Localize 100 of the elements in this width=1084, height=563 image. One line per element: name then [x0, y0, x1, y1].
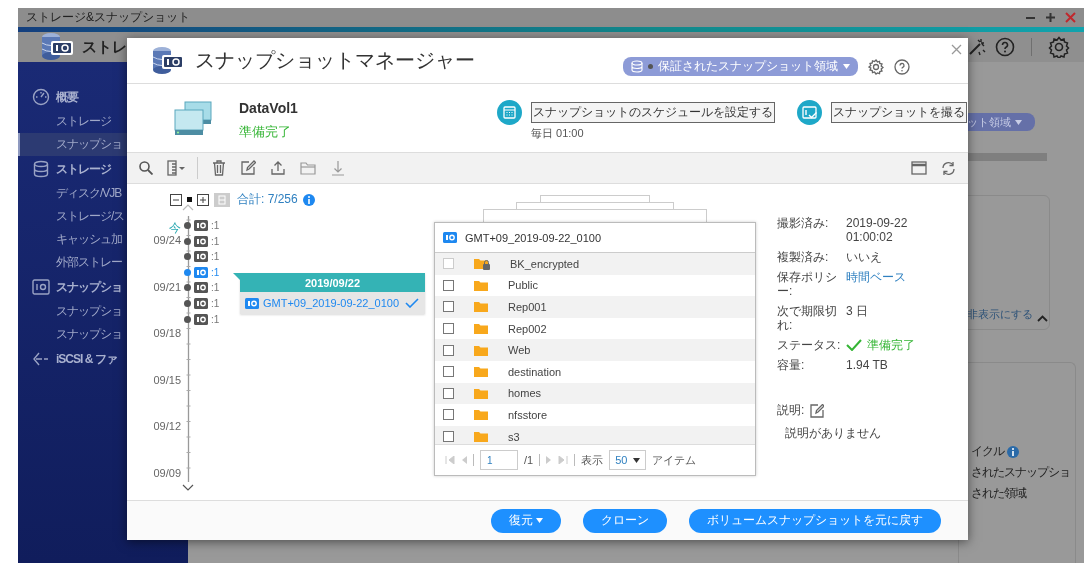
timeline-node[interactable]	[184, 284, 191, 292]
page-field[interactable]: 1	[480, 450, 518, 470]
field-label: 容量:	[777, 358, 806, 372]
sidebar-group[interactable]: 概要	[18, 84, 188, 110]
folder-icon	[474, 279, 488, 291]
snapshot-icon[interactable]	[194, 298, 208, 309]
maximize-icon[interactable]	[1045, 12, 1056, 23]
timeline-node[interactable]	[184, 237, 191, 245]
snapshot-count: :1	[211, 220, 220, 231]
sidebar-group[interactable]: iSCSI & ファ	[18, 346, 188, 372]
folder-icon	[474, 323, 488, 335]
volume-status: 準備完了	[239, 123, 292, 141]
check-icon	[846, 339, 862, 351]
checkbox[interactable]	[443, 344, 454, 356]
edit-icon[interactable]	[240, 160, 256, 176]
timeline-node[interactable]	[184, 268, 191, 276]
date-label: 09/18	[152, 327, 181, 339]
collapse-icon[interactable]	[170, 193, 182, 206]
snapshot-icon	[245, 297, 259, 309]
magic-wand-icon[interactable]	[967, 37, 987, 57]
card-text: されたスナップショ	[971, 464, 1071, 481]
date-label: 09/24	[152, 234, 181, 246]
page-size-select[interactable]: 50	[609, 450, 647, 470]
file-list-title: GMT+09_2019-09-22_0100	[465, 231, 602, 244]
schedule-button[interactable]: スナップショットのスケジュールを設定する	[531, 102, 775, 123]
window-icon[interactable]	[911, 161, 927, 175]
search-icon[interactable]	[139, 161, 153, 175]
items-label: アイテム	[652, 452, 697, 468]
trash-icon[interactable]	[212, 160, 226, 176]
field-label: 複製済み:	[777, 250, 830, 264]
checkbox[interactable]	[443, 409, 454, 421]
checkbox[interactable]	[443, 366, 454, 378]
snapshot-count: :1	[211, 235, 220, 247]
field-label: 次で期限切れ:	[777, 304, 838, 332]
folder-icon	[474, 409, 488, 421]
sidebar-group[interactable]: ストレージ	[18, 156, 188, 182]
settings-icon[interactable]	[868, 58, 884, 75]
date-label: 09/21	[152, 281, 181, 293]
action-button[interactable]: 復元	[491, 508, 561, 533]
snapshot-total: 合計: 7/256	[237, 191, 298, 208]
checkbox[interactable]	[443, 301, 454, 313]
action-button[interactable]: ボリュームスナップショットを元に戻す	[689, 508, 941, 533]
snapshot-count: :1	[211, 298, 220, 309]
file-name: Rep002	[508, 322, 547, 335]
columns-icon[interactable]	[167, 160, 187, 176]
field-label: 説明:	[777, 402, 805, 419]
timeline-node[interactable]	[184, 222, 191, 229]
timeline-node[interactable]	[184, 315, 191, 323]
help-icon[interactable]	[894, 58, 910, 75]
folder-icon	[474, 366, 488, 378]
chevron-down-icon[interactable]	[182, 484, 194, 491]
checkbox[interactable]	[443, 279, 454, 291]
field-label: 保存ポリシー:	[777, 270, 838, 298]
field-value: いいえ	[846, 250, 883, 264]
timeline-node[interactable]	[184, 253, 191, 261]
status-text: 準備完了	[867, 338, 915, 352]
checkbox[interactable]	[443, 431, 454, 443]
info-icon[interactable]	[302, 193, 315, 206]
snapshot-icon[interactable]	[194, 251, 208, 263]
edit-icon[interactable]	[810, 403, 825, 418]
upload-icon[interactable]	[270, 160, 286, 176]
snapshot-icon[interactable]	[194, 266, 208, 278]
snapshot-icon[interactable]	[194, 235, 208, 247]
card-text: された領域	[971, 485, 1028, 502]
take-snapshot-button[interactable]: スナップショットを撮る	[831, 102, 967, 123]
file-name: Public	[508, 279, 538, 292]
file-name: Rep001	[508, 301, 547, 313]
policy-link[interactable]: 時間ベース	[846, 270, 936, 298]
snapshot-icon[interactable]	[194, 220, 208, 231]
folder-icon	[474, 431, 488, 443]
date-label: 09/12	[152, 420, 181, 432]
page-total: /1	[524, 454, 534, 466]
checkbox[interactable]	[443, 387, 454, 399]
expand-icon[interactable]	[197, 193, 209, 206]
show-label: 表示	[581, 452, 604, 468]
schedule-detail: 毎日 01:00	[530, 126, 585, 141]
file-name: Web	[508, 344, 531, 357]
dot-icon	[648, 64, 653, 69]
checkbox[interactable]	[443, 323, 454, 335]
info-icon	[1007, 445, 1019, 458]
database-icon	[32, 160, 50, 178]
app-logo-icon	[151, 45, 185, 76]
folder-icon	[474, 301, 488, 313]
file-name: BK_encrypted	[510, 257, 580, 270]
card-title: イクル	[971, 443, 1004, 460]
caret-icon	[633, 457, 641, 463]
settings-icon[interactable]	[1048, 36, 1070, 58]
timeline-node[interactable]	[184, 300, 191, 307]
close-icon[interactable]	[951, 44, 962, 55]
window-title: ストレージ&スナップショット	[26, 9, 191, 26]
snapshot-count: :1	[211, 282, 220, 294]
file-name: homes	[508, 387, 542, 400]
refresh-icon[interactable]	[941, 160, 956, 176]
snapshot-icon[interactable]	[194, 313, 208, 325]
snapshot-icon[interactable]	[194, 282, 208, 294]
app-logo-icon	[40, 32, 74, 62]
dialog-title: スナップショットマネージャー	[195, 48, 476, 73]
camera-icon	[797, 100, 822, 125]
help-icon[interactable]	[995, 37, 1015, 57]
action-button[interactable]: クローン	[583, 508, 667, 533]
